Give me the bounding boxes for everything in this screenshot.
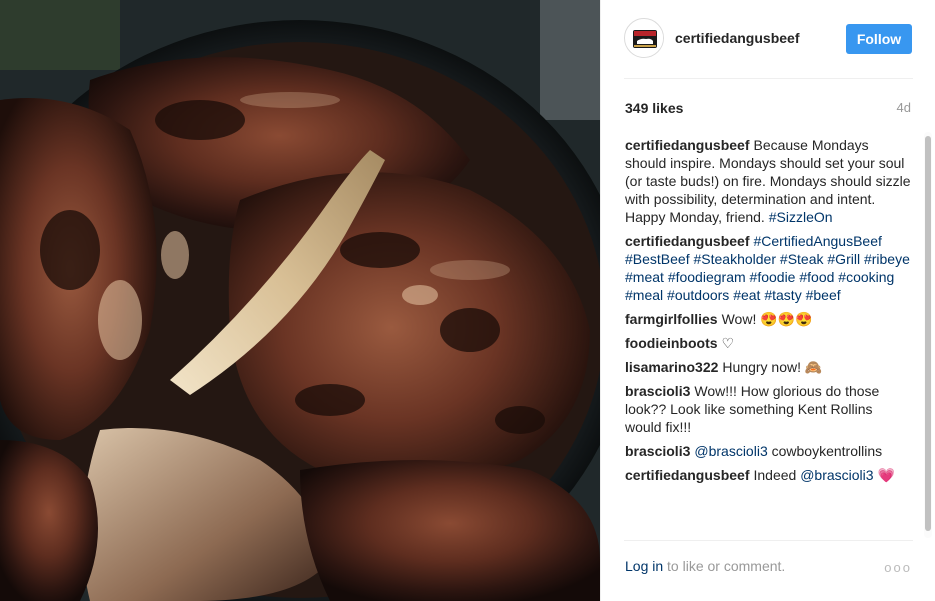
comment-username[interactable]: farmgirlfollies	[625, 311, 718, 327]
comment-text: ♡	[721, 335, 735, 351]
hashtag-link[interactable]: #SizzleOn	[769, 209, 833, 225]
hashtag-link[interactable]: #Steak	[780, 251, 824, 267]
hashtag-link[interactable]: #Grill	[827, 251, 860, 267]
hashtag-link[interactable]: #meat	[625, 269, 664, 285]
comment-item: lisamarino322 Hungry now! 🙈	[625, 358, 911, 376]
comment-item: certifiedangusbeef #CertifiedAngusBeef #B…	[625, 232, 911, 304]
post-age[interactable]: 4d	[897, 100, 911, 115]
comment-username[interactable]: certifiedangusbeef	[625, 137, 749, 153]
comment-item: farmgirlfollies Wow! 😍😍😍	[625, 310, 911, 328]
hashtag-link[interactable]: @brascioli3	[694, 443, 767, 459]
hashtag-link[interactable]: #eat	[733, 287, 760, 303]
login-link[interactable]: Log in	[625, 558, 663, 574]
footer-divider	[624, 540, 913, 541]
grilled-steaks-image	[0, 0, 600, 601]
hashtag-link[interactable]: #foodie	[750, 269, 796, 285]
hashtag-link[interactable]: #BestBeef	[625, 251, 690, 267]
comments-scrollbar[interactable]	[924, 132, 932, 538]
comment-username[interactable]: certifiedangusbeef	[625, 233, 749, 249]
hashtag-link[interactable]: #meal	[625, 287, 663, 303]
hashtag-link[interactable]: #Steakholder	[694, 251, 777, 267]
hashtag-link[interactable]: #foodiegram	[668, 269, 746, 285]
hashtag-link[interactable]: #CertifiedAngusBeef	[753, 233, 881, 249]
comment-text: Wow! 😍😍😍	[721, 311, 813, 327]
hashtag-link[interactable]: #food	[799, 269, 834, 285]
comment-username[interactable]: lisamarino322	[625, 359, 718, 375]
comment-item: certifiedangusbeef Because Mondays should…	[625, 136, 911, 226]
login-prompt-text: to like or comment.	[663, 558, 786, 574]
comment-username[interactable]: brascioli3	[625, 443, 690, 459]
comment-username[interactable]: certifiedangusbeef	[625, 467, 749, 483]
comment-item: brascioli3 Wow!!! How glorious do those l…	[625, 382, 911, 436]
comment-username[interactable]: foodieinboots	[625, 335, 718, 351]
comment-text: 💗	[873, 467, 895, 483]
hashtag-link[interactable]: #cooking	[838, 269, 894, 285]
comment-item: brascioli3 @brascioli3 cowboykentrollins	[625, 442, 911, 460]
follow-button[interactable]: Follow	[846, 24, 912, 54]
post-photo[interactable]	[0, 0, 600, 601]
comment-item: foodieinboots ♡	[625, 334, 911, 352]
post-footer: Log in to like or comment. ooo	[601, 548, 935, 601]
instagram-post: certifiedangusbeef Follow 349 likes 4d c…	[0, 0, 935, 601]
header-divider	[624, 78, 913, 79]
post-header: certifiedangusbeef Follow	[601, 0, 935, 78]
comment-item: certifiedangusbeef Indeed @brascioli3 💗	[625, 466, 911, 484]
post-author-username[interactable]: certifiedangusbeef	[675, 30, 799, 46]
comments-list[interactable]: certifiedangusbeef Because Mondays should…	[625, 136, 911, 532]
post-side-panel: certifiedangusbeef Follow 349 likes 4d c…	[600, 0, 935, 601]
comment-text: cowboykentrollins	[767, 443, 883, 459]
comment-text: Indeed	[753, 467, 801, 483]
likes-count[interactable]: 349 likes	[625, 100, 683, 116]
scroll-thumb[interactable]	[925, 136, 931, 531]
hashtag-link[interactable]: #ribeye	[864, 251, 910, 267]
comment-text: Hungry now! 🙈	[722, 359, 823, 375]
login-prompt: Log in to like or comment.	[625, 558, 785, 574]
hashtag-link[interactable]: #outdoors	[667, 287, 729, 303]
comment-username[interactable]: brascioli3	[625, 383, 690, 399]
hashtag-link[interactable]: #tasty	[764, 287, 801, 303]
hashtag-link[interactable]: @brascioli3	[800, 467, 873, 483]
brand-logo-icon[interactable]	[624, 18, 664, 58]
more-options-icon[interactable]: ooo	[884, 560, 912, 575]
hashtag-link[interactable]: #beef	[806, 287, 841, 303]
